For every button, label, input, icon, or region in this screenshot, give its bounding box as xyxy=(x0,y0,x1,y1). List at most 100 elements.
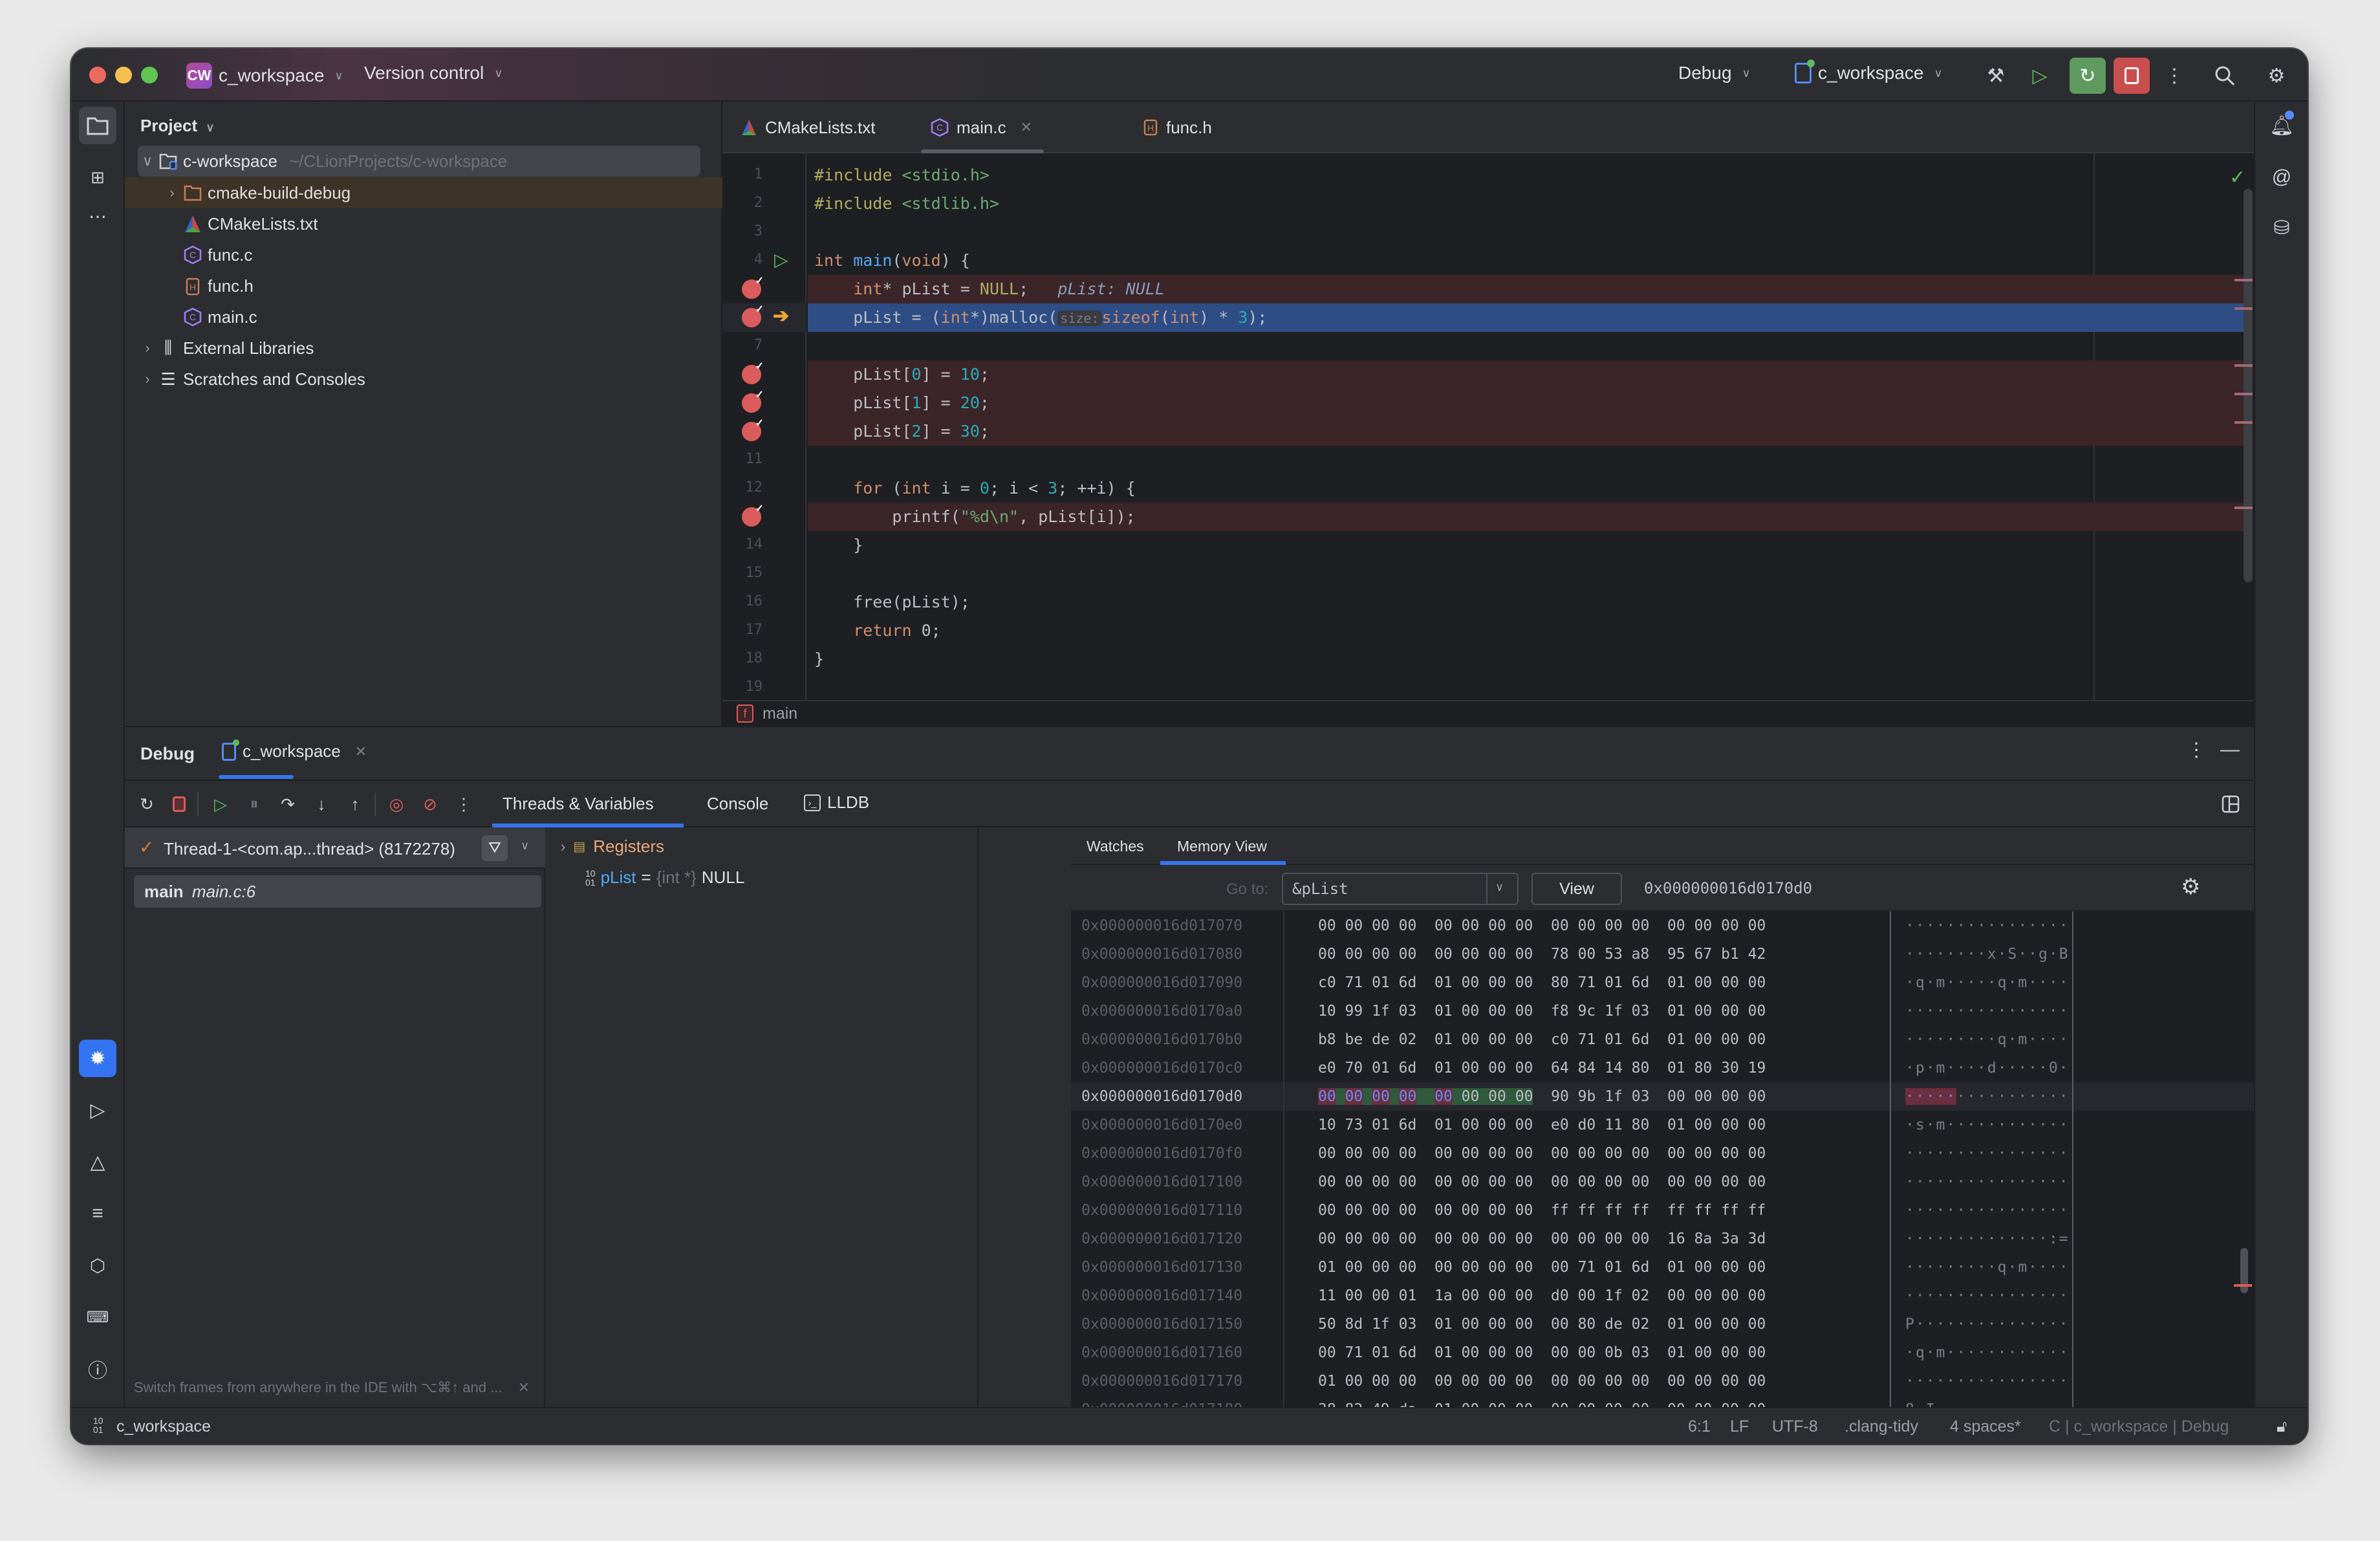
goto-input[interactable] xyxy=(1283,874,1484,904)
maximize-window-button[interactable] xyxy=(141,67,158,83)
code-line[interactable]: int main(void) { xyxy=(808,246,2244,275)
breakpoint-icon[interactable] xyxy=(742,417,764,441)
step-into-icon[interactable]: ↓ xyxy=(308,791,334,817)
close-hint-icon[interactable]: ✕ xyxy=(518,1379,530,1395)
layout-settings-icon[interactable] xyxy=(2218,791,2244,817)
chevron-down-icon[interactable]: ∨ xyxy=(1495,880,1504,894)
tab-func-h[interactable]: H func.h xyxy=(1143,102,1212,153)
memory-row[interactable]: 0x000000016d017120 00 00 00 00 00 00 00 0… xyxy=(1071,1225,2254,1253)
close-window-button[interactable] xyxy=(89,67,106,83)
settings-gear-icon[interactable]: ⚙ xyxy=(2261,60,2292,91)
minimize-window-button[interactable] xyxy=(115,67,132,83)
expand-arrow-icon[interactable]: › xyxy=(162,184,182,201)
breakpoint-icon[interactable] xyxy=(742,388,764,413)
search-icon[interactable] xyxy=(2209,60,2240,91)
memory-row[interactable]: 0x000000016d017080 00 00 00 00 00 00 00 0… xyxy=(1071,940,2254,968)
services-tool-button[interactable]: ⬡ xyxy=(79,1247,116,1284)
minimize-panel-icon[interactable]: — xyxy=(2220,739,2240,761)
code-line[interactable]: pList[2] = 30; xyxy=(808,417,2244,446)
memory-settings-icon[interactable]: ⚙ xyxy=(2181,874,2200,900)
tab-memory-view[interactable]: Memory View xyxy=(1177,838,1267,855)
breakpoint-icon[interactable] xyxy=(742,360,764,384)
run-config-selector[interactable]: Debug ∨ xyxy=(1678,63,1751,83)
code-line[interactable]: pList = (int*)malloc(size: sizeof(int) * … xyxy=(808,303,2244,332)
tree-item-external-libraries[interactable]: › ⫼ External Libraries xyxy=(138,333,735,364)
code-line[interactable]: #include <stdio.h> xyxy=(808,161,2244,190)
code-line[interactable] xyxy=(808,560,2244,588)
status-caret-position[interactable]: 6:1 xyxy=(1688,1417,1711,1436)
cmake-tool-button[interactable]: △ xyxy=(79,1143,116,1181)
status-line-separator[interactable]: LF xyxy=(1730,1417,1749,1436)
notifications-bell-icon[interactable]: 🔔︎ xyxy=(2263,107,2300,144)
stack-frame-main[interactable]: main main.c:6 xyxy=(134,875,541,908)
code-line[interactable]: pList[0] = 10; xyxy=(808,360,2244,389)
code-line[interactable]: #include <stdlib.h> xyxy=(808,190,2244,218)
code-line[interactable]: pList[1] = 20; xyxy=(808,389,2244,417)
stop-button[interactable] xyxy=(2114,58,2150,94)
editor-scrollbar[interactable] xyxy=(2244,189,2253,582)
status-encoding[interactable]: UTF-8 xyxy=(1772,1417,1818,1436)
run-tool-button[interactable]: ▷ xyxy=(79,1091,116,1129)
memory-row[interactable]: 0x000000016d017160 00 71 01 6d 01 00 00 0… xyxy=(1071,1339,2254,1367)
thread-selector[interactable]: ✓ Thread-1-<com.ap...thread> (8172278) ⛛… xyxy=(125,827,545,869)
tree-item-main-c[interactable]: C main.c xyxy=(125,301,722,333)
ai-assistant-spiral-icon[interactable]: @ xyxy=(2263,158,2300,196)
memory-row[interactable]: 0x000000016d017100 00 00 00 00 00 00 00 0… xyxy=(1071,1168,2254,1196)
run-gutter-icon[interactable]: ▷ xyxy=(774,249,788,270)
debug-tool-button[interactable]: ✹ xyxy=(79,1040,116,1077)
project-tool-button[interactable] xyxy=(79,107,116,144)
more-tools-icon[interactable]: ⋯ xyxy=(79,197,116,235)
project-panel-title[interactable]: Project ∨ xyxy=(140,116,215,136)
variable-plist[interactable]: 10 01 pList = {int *} NULL xyxy=(585,868,744,888)
tree-item-cmake-build-debug[interactable]: › cmake-build-debug xyxy=(125,177,722,208)
structure-tool-button[interactable]: ⊞ xyxy=(79,158,116,196)
tree-item-func-h[interactable]: H func.h xyxy=(125,270,722,301)
expand-arrow-icon[interactable]: › xyxy=(138,340,157,356)
chevron-down-icon[interactable]: ∨ xyxy=(521,839,529,853)
memory-row[interactable]: 0x000000016d017150 50 8d 1f 03 01 00 00 0… xyxy=(1071,1310,2254,1339)
resume-program-icon[interactable]: ▷ xyxy=(208,791,233,817)
tree-root[interactable]: ∨ c-workspace ~/CLionProjects/c-workspac… xyxy=(138,146,700,177)
expand-arrow-icon[interactable]: › xyxy=(561,838,565,855)
tab-main-c[interactable]: C main.c ✕ xyxy=(921,102,1044,153)
memory-row[interactable]: 0x000000016d0170b0 b8 be de 02 01 00 00 0… xyxy=(1071,1025,2254,1054)
memory-row[interactable]: 0x000000016d017140 11 00 00 01 1a 00 00 0… xyxy=(1071,1282,2254,1310)
tab-cmakelists[interactable]: CMakeLists.txt xyxy=(741,102,876,153)
view-breakpoints-icon[interactable]: ◎ xyxy=(384,791,409,817)
code-editor[interactable]: CMakeLists.txt C main.c ✕ H func.h ⋮ ✓ f… xyxy=(722,102,2308,726)
more-actions-icon[interactable]: ⋮ xyxy=(2159,60,2190,91)
code-line[interactable]: } xyxy=(808,645,2244,673)
memory-row[interactable]: 0x000000016d017110 00 00 00 00 00 00 00 0… xyxy=(1071,1196,2254,1225)
breakpoint-icon[interactable] xyxy=(742,303,764,327)
view-button[interactable]: View xyxy=(1531,873,1622,905)
memory-rows[interactable]: 0x000000016d017070 00 00 00 00 00 00 00 0… xyxy=(1071,912,2254,1408)
terminal-tool-button[interactable]: ⌨ xyxy=(79,1298,116,1336)
code-line[interactable]: return 0; xyxy=(808,617,2244,645)
todo-tool-button[interactable]: ≡ xyxy=(79,1195,116,1232)
expand-arrow-icon[interactable]: ∨ xyxy=(138,153,157,169)
step-over-icon[interactable]: ↷ xyxy=(275,791,301,817)
step-out-icon[interactable]: ↑ xyxy=(342,791,368,817)
tab-watches[interactable]: Watches xyxy=(1087,838,1144,855)
rerun-icon[interactable]: ↻ xyxy=(134,791,160,817)
breakpoint-icon[interactable] xyxy=(742,274,764,299)
memory-row[interactable]: 0x000000016d017180 38 82 49 da 01 00 00 0… xyxy=(1071,1395,2254,1408)
project-switcher[interactable]: CW c_workspace ∨ xyxy=(186,63,343,89)
debug-more-icon[interactable]: ⋮ xyxy=(2187,739,2206,761)
memory-row[interactable]: 0x000000016d0170c0 e0 70 01 6d 01 00 00 0… xyxy=(1071,1054,2254,1082)
status-context[interactable]: C | c_workspace | Debug xyxy=(2049,1417,2229,1436)
database-icon[interactable]: ⛁ xyxy=(2263,209,2300,246)
code-line[interactable]: } xyxy=(808,531,2244,560)
close-session-icon[interactable]: ✕ xyxy=(355,743,367,760)
lock-icon[interactable]: 🔓︎ xyxy=(2277,1417,2287,1436)
close-tab-icon[interactable]: ✕ xyxy=(1021,119,1032,136)
debug-session-tab[interactable]: c_workspace ✕ xyxy=(222,739,367,761)
memory-row[interactable]: 0x000000016d017070 00 00 00 00 00 00 00 0… xyxy=(1071,912,2254,940)
status-project[interactable]: c_workspace xyxy=(116,1417,211,1436)
tab-threads-variables[interactable]: Threads & Variables xyxy=(503,794,654,814)
tab-console[interactable]: Console xyxy=(707,794,768,814)
tree-item-scratches[interactable]: › ☰ Scratches and Consoles xyxy=(138,364,735,395)
expand-arrow-icon[interactable]: › xyxy=(138,371,157,388)
build-hammer-icon[interactable]: ⚒ xyxy=(1980,60,2011,91)
memory-row[interactable]: 0x000000016d0170d0 00 00 00 00 00 00 00 0… xyxy=(1071,1082,2254,1111)
